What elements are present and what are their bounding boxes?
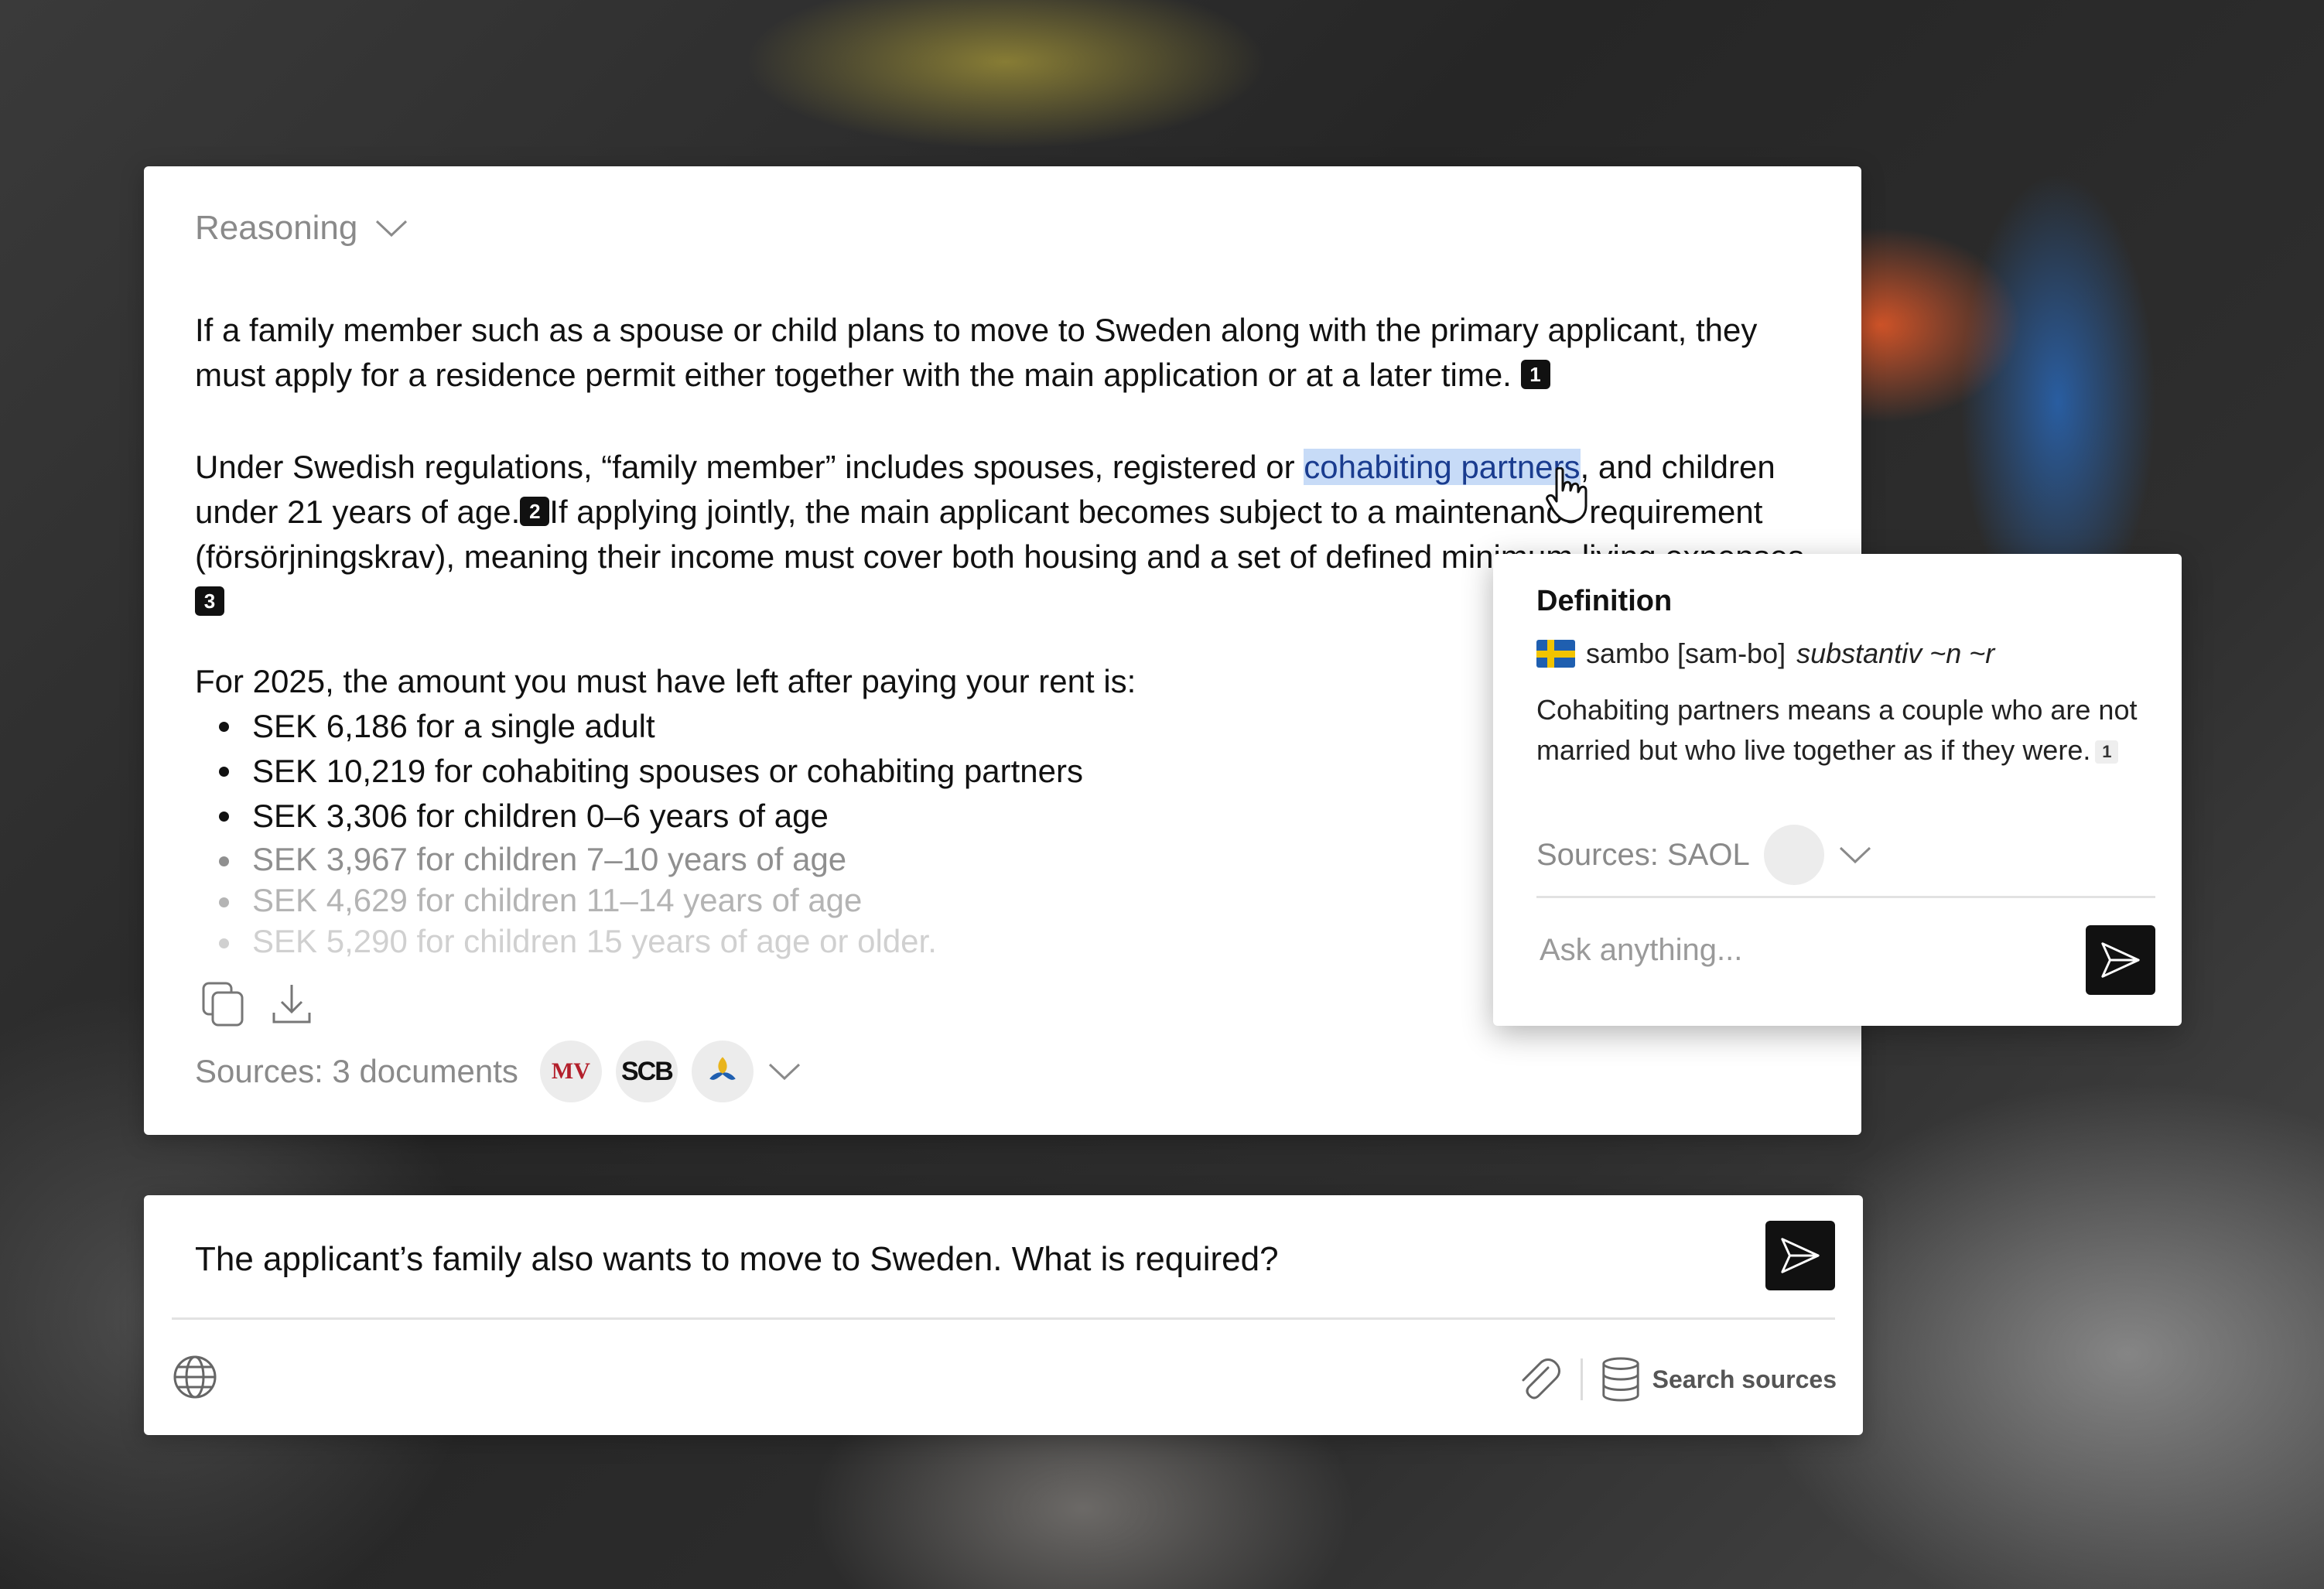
- list-item: SEK 5,290 for children 15 years of age o…: [195, 921, 1136, 962]
- scb-logo[interactable]: SCB: [615, 1041, 678, 1102]
- paragraph-2-text-a: Under Swedish regulations, “family membe…: [195, 449, 1304, 485]
- sources-label: Sources: 3 documents: [195, 1053, 518, 1089]
- list-item: SEK 3,306 for children 0–6 years of age: [195, 794, 1136, 839]
- definition-sources-label: Sources: SAOL: [1536, 837, 1750, 872]
- pointer-cursor-icon: [1546, 467, 1587, 523]
- definition-citation[interactable]: 1: [2095, 740, 2119, 764]
- citation-3[interactable]: 3: [195, 586, 224, 616]
- answer-actions: [200, 980, 316, 1028]
- send-icon: [2101, 942, 2140, 978]
- definition-popover: Definition sambo [sam-bo] substantiv ~n …: [1493, 554, 2182, 1026]
- paperclip-icon[interactable]: [1512, 1354, 1564, 1405]
- list-item: SEK 10,219 for cohabiting spouses or coh…: [195, 749, 1136, 794]
- mv-logo[interactable]: MV: [539, 1041, 602, 1102]
- definition-divider: [1536, 896, 2155, 898]
- prompt-tools: Search sources: [1512, 1354, 1837, 1405]
- highlighted-term[interactable]: cohabiting partners: [1304, 449, 1581, 485]
- definition-text: Cohabiting partners means a couple who a…: [1536, 694, 2138, 766]
- send-button[interactable]: [1765, 1221, 1835, 1290]
- prompt-input[interactable]: The applicant’s family also wants to mov…: [195, 1240, 1279, 1279]
- copy-icon[interactable]: [200, 980, 248, 1028]
- search-sources-button[interactable]: Search sources: [1600, 1356, 1837, 1403]
- tools-separator: [1580, 1358, 1583, 1400]
- skatteverket-logo[interactable]: [691, 1041, 754, 1102]
- chevron-down-icon[interactable]: [767, 1061, 801, 1082]
- definition-headword: sambo [sam-bo] substantiv ~n ~r: [1536, 637, 1994, 670]
- chevron-down-icon[interactable]: [1838, 845, 1872, 865]
- download-icon[interactable]: [268, 980, 316, 1028]
- citation-1[interactable]: 1: [1520, 359, 1550, 389]
- definition-title: Definition: [1536, 585, 1673, 617]
- database-icon: [1602, 1357, 1639, 1402]
- definition-send-button[interactable]: [2086, 925, 2155, 995]
- list-item: SEK 3,967 for children 7–10 years of age: [195, 839, 1136, 880]
- reasoning-toggle[interactable]: Reasoning: [195, 209, 408, 248]
- sweden-flag-icon: [1536, 640, 1575, 668]
- list-item: SEK 6,186 for a single adult: [195, 704, 1136, 749]
- list-item: SEK 4,629 for children 11–14 years of ag…: [195, 880, 1136, 921]
- send-icon: [1781, 1238, 1820, 1273]
- answer-paragraph-1: If a family member such as a spouse or c…: [195, 308, 1835, 398]
- reasoning-label: Reasoning: [195, 209, 358, 247]
- headword: sambo [sam-bo]: [1586, 637, 1786, 669]
- amounts-list: For 2025, the amount you must have left …: [195, 659, 1136, 962]
- definition-body: Cohabiting partners means a couple who a…: [1536, 690, 2148, 771]
- globe-icon[interactable]: [172, 1354, 218, 1400]
- svenska-akademien-logo[interactable]: [1763, 825, 1824, 885]
- chevron-down-icon: [376, 220, 408, 237]
- prompt-divider: [172, 1317, 1835, 1320]
- answer-sources: Sources: 3 documents MV SCB: [195, 1041, 801, 1102]
- list-intro: For 2025, the amount you must have left …: [195, 663, 1136, 699]
- grammar-info: substantiv ~n ~r: [1796, 637, 1995, 669]
- definition-sources: Sources: SAOL: [1536, 825, 1872, 885]
- search-sources-label: Search sources: [1652, 1365, 1837, 1393]
- citation-2[interactable]: 2: [520, 496, 550, 526]
- prompt-panel: The applicant’s family also wants to mov…: [144, 1195, 1863, 1435]
- ask-input[interactable]: Ask anything...: [1540, 933, 1742, 968]
